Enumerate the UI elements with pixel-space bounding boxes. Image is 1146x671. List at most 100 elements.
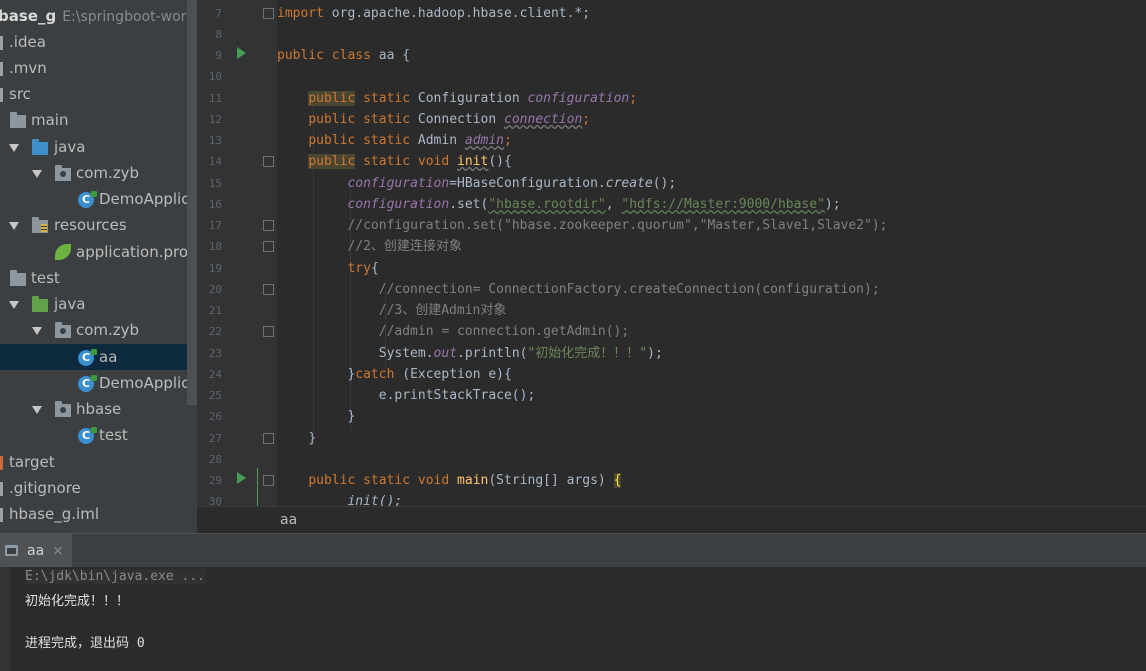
run-gutter-icon[interactable] xyxy=(237,472,246,484)
fold-icon[interactable] xyxy=(263,220,274,231)
run-tool-window-header: aa × xyxy=(0,533,1146,568)
code-line: 12 public static Connection connection; xyxy=(208,112,591,127)
tree-item-demoapplication-main[interactable]: C DemoApplica xyxy=(0,186,197,212)
tree-item-label: DemoApplica xyxy=(99,190,197,208)
tree-item-label: hbase xyxy=(76,400,122,418)
tree-item-label: target xyxy=(9,453,55,471)
tree-item-label: src xyxy=(9,85,31,103)
code-editor[interactable]: 7 import org.apache.hadoop.hbase.client.… xyxy=(197,0,1146,506)
close-icon[interactable]: × xyxy=(52,534,64,568)
chevron-down-icon[interactable] xyxy=(32,327,42,335)
tree-item-main[interactable]: main xyxy=(0,107,187,133)
console-icon xyxy=(5,545,18,556)
fold-icon[interactable] xyxy=(263,156,274,167)
tree-item-resources[interactable]: resources xyxy=(0,212,187,238)
class-icon: C xyxy=(78,427,97,444)
package-icon xyxy=(55,165,71,181)
excluded-folder-icon xyxy=(0,456,3,470)
tree-item-src[interactable]: src xyxy=(0,81,187,107)
class-icon: C xyxy=(78,349,97,366)
tree-item-test-package[interactable]: com.zyb xyxy=(0,317,187,343)
code-line: 17 //configuration.set("hbase.zookeeper.… xyxy=(208,218,888,233)
project-root-path: E:\springboot-work xyxy=(62,9,195,25)
tree-item-test-java[interactable]: java xyxy=(0,291,187,317)
package-icon xyxy=(55,322,71,338)
code-line: 16 configuration.set("hbase.rootdir", "h… xyxy=(208,197,841,212)
code-line: 8 xyxy=(215,28,222,41)
code-line: 28 xyxy=(208,453,222,466)
tree-item-mvn[interactable]: .mvn xyxy=(0,55,187,81)
tree-item-label: java xyxy=(54,138,86,156)
code-line: 7 import org.apache.hadoop.hbase.client.… xyxy=(215,6,591,21)
code-line: 26 } xyxy=(208,409,356,424)
tree-item-label: mvn xyxy=(13,59,47,77)
code-line: 13 public static Admin admin; xyxy=(208,133,512,148)
folder-icon xyxy=(10,112,26,128)
chevron-down-icon[interactable] xyxy=(9,222,19,230)
tree-item-label: hbase_g.iml xyxy=(9,505,99,523)
tree-item-main-package[interactable]: com.zyb xyxy=(0,160,187,186)
test-source-folder-icon xyxy=(32,296,48,312)
tree-item-label: test xyxy=(99,426,128,444)
tree-item-label: DemoApplica xyxy=(99,374,197,392)
fold-icon[interactable] xyxy=(263,475,274,486)
tree-item-demoapplication-test[interactable]: C DemoApplica xyxy=(0,370,197,396)
run-tab-aa[interactable]: aa × xyxy=(0,534,72,568)
fold-icon[interactable] xyxy=(263,326,274,337)
fold-icon[interactable] xyxy=(263,8,274,19)
tree-item-hbase-test[interactable]: C test xyxy=(0,422,187,448)
tree-item-root[interactable]: base_g E:\springboot-work xyxy=(0,3,195,29)
tree-item-label: test xyxy=(31,269,60,287)
tree-item-main-java[interactable]: java xyxy=(0,134,187,160)
folder-icon xyxy=(0,88,3,102)
source-folder-icon xyxy=(32,139,48,155)
breadcrumb-class[interactable]: aa xyxy=(280,507,297,534)
class-icon: C xyxy=(78,375,97,392)
folder-icon xyxy=(0,62,3,76)
file-icon xyxy=(0,482,3,496)
folder-icon xyxy=(10,270,26,286)
resources-folder-icon xyxy=(32,217,48,233)
code-line: 20 //connection= ConnectionFactory.creat… xyxy=(208,282,880,297)
run-gutter-icon[interactable] xyxy=(237,47,246,59)
code-line: 25 e.printStackTrace(); xyxy=(208,388,536,403)
code-line: 18 //2、创建连接对象 xyxy=(208,239,462,254)
tree-item-label: main xyxy=(31,111,69,129)
code-line: 21 //3、创建Admin对象 xyxy=(208,303,507,318)
tree-item-application-properties[interactable]: application.prop xyxy=(0,239,197,265)
tree-item-label: resources xyxy=(54,216,127,234)
chevron-down-icon[interactable] xyxy=(32,406,42,414)
tree-item-aa[interactable]: C aa xyxy=(0,344,197,370)
tree-item-idea[interactable]: .idea xyxy=(0,29,187,55)
tree-item-label: .gitignore xyxy=(9,479,81,497)
run-console[interactable]: E:\jdk\bin\java.exe ... 初始化完成！！！ 进程完成，退出… xyxy=(0,567,1146,671)
tree-item-hbase[interactable]: hbase xyxy=(0,396,187,422)
project-scrollbar[interactable] xyxy=(187,0,197,405)
chevron-down-icon[interactable] xyxy=(9,301,19,309)
code-line: 27 } xyxy=(208,431,317,446)
code-line: 22 //admin = connection.getAdmin(); xyxy=(208,324,630,339)
file-icon xyxy=(0,508,3,522)
console-output-line: 初始化完成！！！ xyxy=(25,594,130,609)
tree-item-label: java xyxy=(54,295,86,313)
tree-item-label: com.zyb xyxy=(76,321,140,339)
code-line: 10 xyxy=(208,70,222,83)
fold-icon[interactable] xyxy=(263,284,274,295)
code-line: 15 configuration=HBaseConfiguration.crea… xyxy=(208,176,677,191)
tree-item-label: aa xyxy=(99,348,118,366)
console-command-line[interactable]: E:\jdk\bin\java.exe ... xyxy=(25,569,206,584)
fold-icon[interactable] xyxy=(263,433,274,444)
tree-item-iml[interactable]: hbase_g.iml xyxy=(0,501,187,527)
fold-icon[interactable] xyxy=(263,241,274,252)
editor-breadcrumb[interactable]: aa xyxy=(197,506,1146,534)
console-toolbar-strip xyxy=(0,567,10,671)
chevron-down-icon[interactable] xyxy=(32,170,42,178)
code-line: 9 public class aa { xyxy=(215,47,411,63)
code-line: 24 }catch (Exception e){ xyxy=(208,367,512,382)
tree-item-gitignore[interactable]: .gitignore xyxy=(0,475,187,501)
chevron-down-icon[interactable] xyxy=(9,144,19,152)
tree-item-test[interactable]: test xyxy=(0,265,187,291)
tree-item-target[interactable]: target xyxy=(0,449,187,475)
project-panel: base_g E:\springboot-work .idea .mvn src … xyxy=(0,0,197,533)
spring-leaf-icon xyxy=(55,244,71,260)
